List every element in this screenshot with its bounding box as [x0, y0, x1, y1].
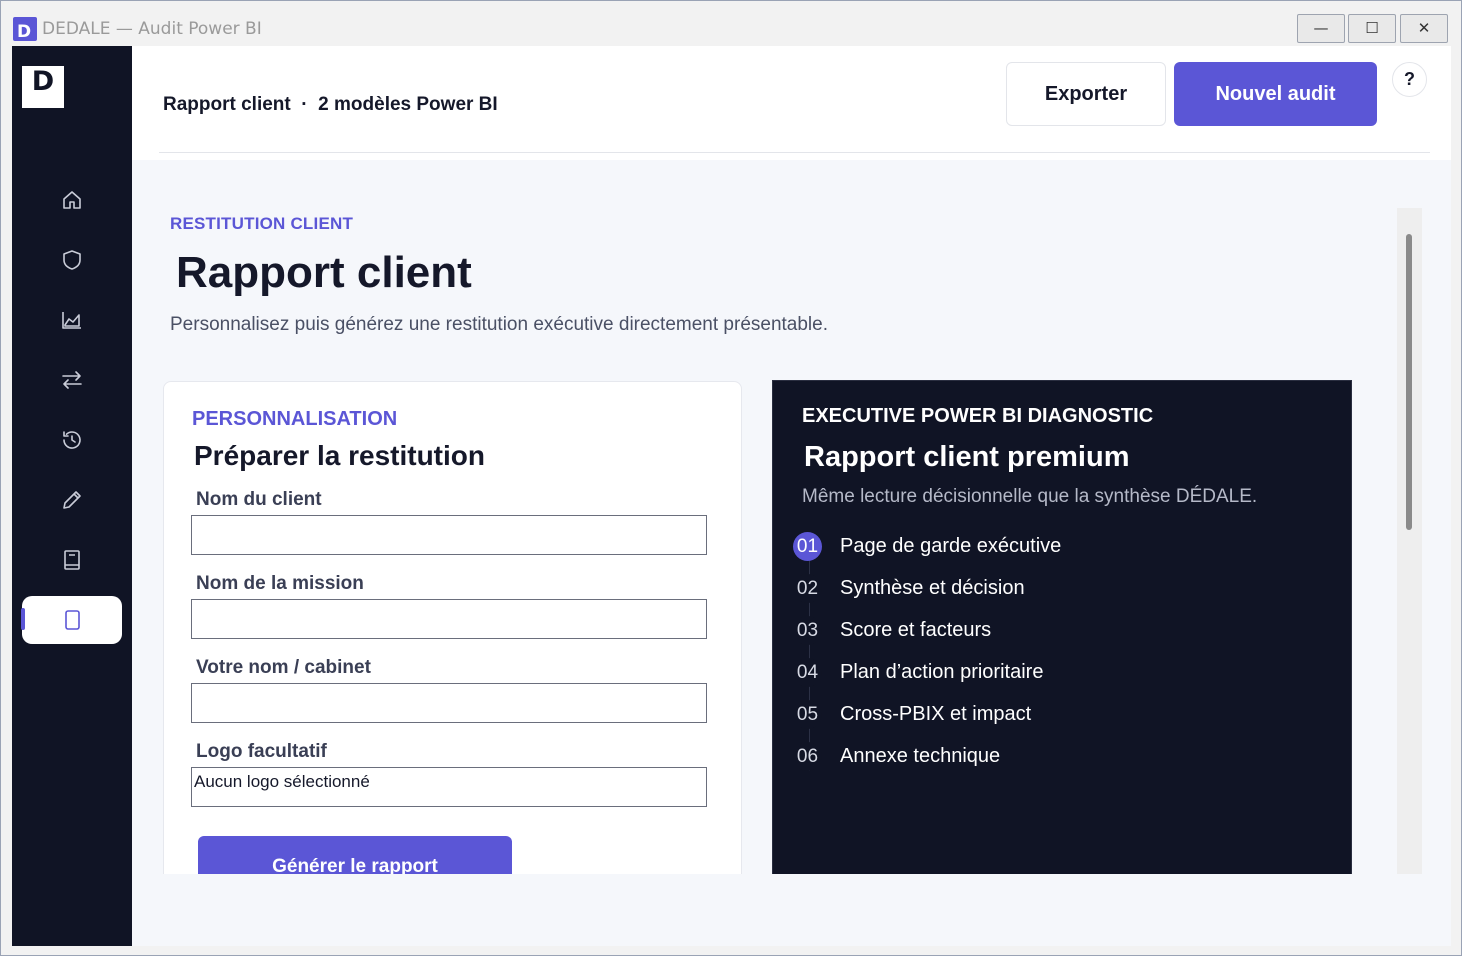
client-name-input[interactable]: [191, 515, 707, 555]
title-bar[interactable]: DEDALE — Audit Power BI — ☐ ✕: [1, 1, 1461, 46]
section-number: 03: [793, 616, 822, 645]
content-area: RESTITUTION CLIENT Rapport client Person…: [132, 160, 1422, 874]
section-label: Plan d’action prioritaire: [840, 661, 1044, 683]
logo-file-picker[interactable]: Aucun logo sélectionné: [191, 767, 707, 807]
history-icon: [63, 431, 81, 449]
mission-name-input[interactable]: [191, 599, 707, 639]
maximize-button[interactable]: ☐: [1348, 14, 1396, 43]
page-title: Rapport client: [176, 248, 472, 297]
page-subtitle: Personnalisez puis générez une restituti…: [170, 314, 828, 335]
section-label: Page de garde exécutive: [840, 535, 1062, 557]
section-item: 02 Synthèse et décision: [793, 574, 1293, 604]
shield-icon: [63, 250, 81, 270]
section-number: 04: [793, 658, 822, 687]
card-eyebrow: PERSONNALISATION: [192, 408, 398, 430]
sidebar-item-history[interactable]: [22, 416, 122, 464]
app-logo-icon: [13, 17, 37, 41]
sidebar-item-edit[interactable]: [22, 476, 122, 524]
section-item: 03 Score et facteurs: [793, 616, 1293, 646]
author-name-label: Votre nom / cabinet: [196, 657, 371, 678]
export-button[interactable]: Exporter: [1006, 62, 1166, 126]
window-title: DEDALE — Audit Power BI: [42, 19, 262, 39]
swap-arrows-icon: [62, 371, 82, 389]
card-title: Préparer la restitution: [194, 440, 485, 471]
section-number: 02: [793, 574, 822, 603]
section-item: 01 Page de garde exécutive: [793, 532, 1293, 562]
area-chart-icon: [62, 312, 81, 329]
section-item: 06 Annexe technique: [793, 742, 1293, 772]
sidebar-item-documentation[interactable]: [22, 536, 122, 584]
breadcrumb: Rapport client · 2 modèles Power BI: [163, 94, 498, 115]
app-window: DEDALE — Audit Power BI — ☐ ✕ D: [0, 0, 1462, 956]
sidebar-logo[interactable]: D: [22, 66, 64, 108]
preview-title: Rapport client premium: [804, 441, 1130, 473]
preview-eyebrow: EXECUTIVE POWER BI DIAGNOSTIC: [802, 405, 1154, 427]
report-preview-card: EXECUTIVE POWER BI DIAGNOSTIC Rapport cl…: [772, 380, 1352, 874]
personalization-card: PERSONNALISATION Préparer la restitution…: [163, 381, 742, 874]
sidebar-item-compare[interactable]: [22, 356, 122, 404]
header-divider: [159, 152, 1430, 153]
close-button[interactable]: ✕: [1400, 14, 1448, 43]
section-number: 06: [793, 742, 822, 771]
section-item: 05 Cross-PBIX et impact: [793, 700, 1293, 730]
preview-subtitle: Même lecture décisionnelle que la synthè…: [802, 486, 1258, 507]
section-item: 04 Plan d’action prioritaire: [793, 658, 1293, 688]
content-scrollbar[interactable]: [1397, 208, 1422, 874]
section-label: Score et facteurs: [840, 619, 992, 641]
sidebar-item-audit[interactable]: [22, 236, 122, 284]
home-icon: [63, 191, 81, 209]
scrollbar-thumb[interactable]: [1406, 234, 1412, 530]
section-number: 01: [793, 532, 822, 561]
page-eyebrow: RESTITUTION CLIENT: [170, 214, 354, 233]
sidebar-item-home[interactable]: [22, 176, 122, 224]
pencil-icon: [63, 491, 81, 509]
section-number: 05: [793, 700, 822, 729]
minimize-icon: —: [1313, 19, 1329, 37]
sidebar-item-report[interactable]: [21, 596, 122, 644]
maximize-icon: ☐: [1365, 19, 1379, 37]
book-icon: [64, 550, 80, 570]
generate-report-button[interactable]: Générer le rapport: [198, 836, 512, 874]
section-label: Synthèse et décision: [840, 577, 1025, 599]
section-label: Cross-PBIX et impact: [840, 703, 1032, 725]
main-area: Rapport client · 2 modèles Power BI Expo…: [132, 46, 1451, 946]
top-header: Rapport client · 2 modèles Power BI Expo…: [132, 46, 1451, 160]
minimize-button[interactable]: —: [1297, 14, 1345, 43]
author-name-input[interactable]: [191, 683, 707, 723]
new-audit-button[interactable]: Nouvel audit: [1174, 62, 1377, 126]
section-label: Annexe technique: [840, 745, 1001, 767]
mission-name-label: Nom de la mission: [196, 573, 364, 594]
document-icon: [65, 610, 80, 630]
help-button[interactable]: ?: [1392, 62, 1427, 97]
client-name-label: Nom du client: [196, 489, 322, 510]
sidebar-item-analytics[interactable]: [22, 296, 122, 344]
logo-file-status: Aucun logo sélectionné: [194, 772, 370, 791]
logo-label: Logo facultatif: [196, 741, 327, 762]
close-icon: ✕: [1417, 19, 1431, 37]
sidebar: D: [12, 46, 132, 946]
